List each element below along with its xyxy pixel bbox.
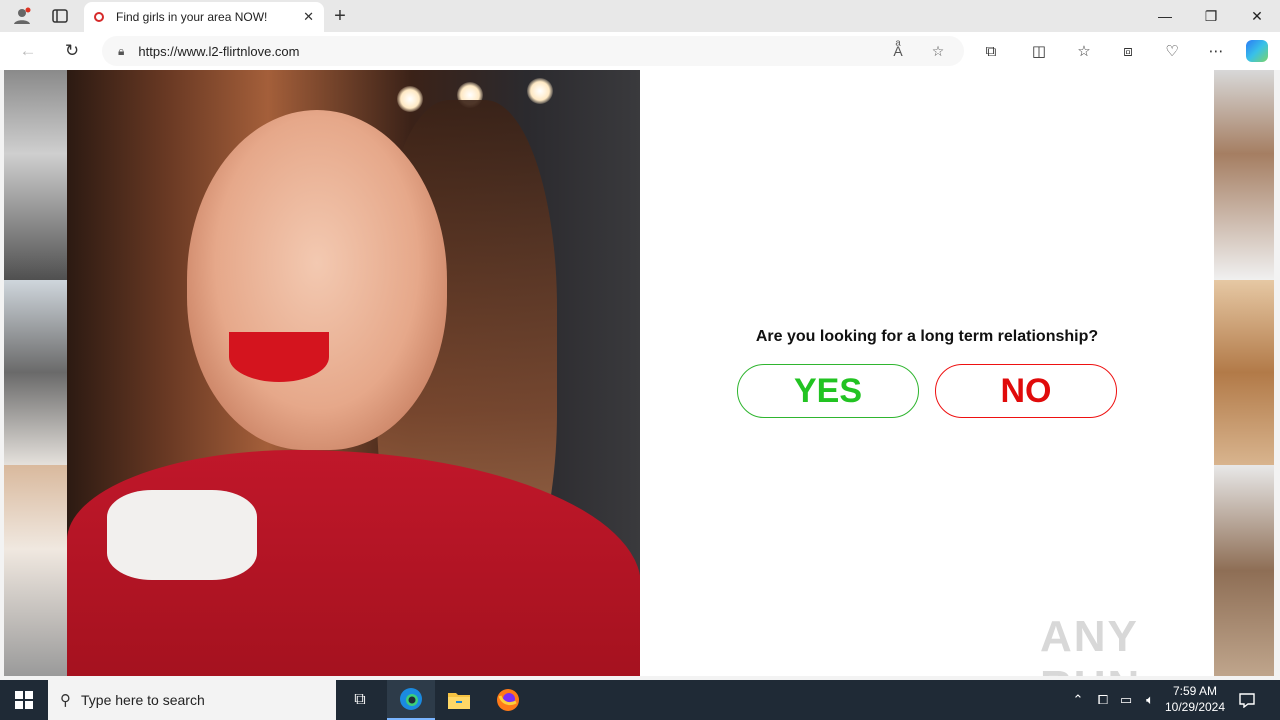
quiz-panel: Are you looking for a long term relation… [640,70,1214,676]
anyrun-watermark: ANY RUN [1040,612,1139,676]
search-icon: ⚲ [60,692,71,709]
collage-photo [1214,70,1274,280]
favorites-icon[interactable]: ☆ [1072,40,1096,62]
task-view-icon[interactable]: ⧉ [336,680,384,720]
minimize-button[interactable]: — [1142,0,1188,32]
tab-actions-icon[interactable] [48,6,72,26]
edge-icon[interactable] [387,680,435,720]
restore-button[interactable]: ❐ [1188,0,1234,32]
hero-photo [67,70,641,676]
meet-now-icon[interactable]: ⧠ [1094,690,1112,710]
start-button[interactable] [0,680,48,720]
url-text[interactable]: https://www.l2-flirtnlove.com [138,44,299,59]
taskbar-search[interactable]: ⚲ Type here to search [48,680,336,720]
browser-essentials-icon[interactable]: ♡ [1160,40,1184,62]
firefox-icon[interactable] [484,680,532,720]
lock-icon[interactable]: 🔒︎ [118,44,124,59]
search-placeholder[interactable]: Type here to search [81,692,205,708]
yes-button[interactable]: YES [737,364,919,418]
collage-photo [1214,465,1274,676]
system-clock[interactable]: 7:59 AM 10/29/2024 [1160,683,1230,715]
network-icon[interactable]: ▭ [1117,690,1135,710]
address-bar[interactable]: 🔒︎ https://www.l2-flirtnlove.com [102,36,964,66]
favorite-star-icon[interactable]: ☆ [927,40,949,62]
copilot-icon[interactable] [1246,40,1268,62]
tab-title: Find girls in your area NOW! [116,10,268,24]
extensions-icon[interactable]: ⧉ [979,40,1003,62]
site-favicon-icon [94,12,104,22]
read-aloud-icon[interactable]: A͏ͣ [887,40,909,62]
close-tab-icon[interactable]: ✕ [303,9,314,25]
active-tab[interactable]: Find girls in your area NOW! ✕ [84,2,324,32]
new-tab-icon[interactable]: + [328,5,352,27]
profile-icon[interactable] [10,6,34,26]
collage-photo [4,280,67,465]
file-explorer-icon[interactable] [435,680,483,720]
notifications-icon[interactable] [1236,690,1258,710]
windows-icon [15,691,33,709]
tray-overflow-icon[interactable]: ⌃ [1070,690,1086,710]
collections-icon[interactable]: ⧈ [1116,40,1140,62]
split-screen-icon[interactable]: ◫ [1027,40,1051,62]
web-page: Are you looking for a long term relation… [4,70,1274,676]
refresh-icon[interactable]: ↻ [58,38,86,64]
no-button[interactable]: NO [935,364,1117,418]
clock-time: 7:59 AM [1172,684,1218,698]
close-window-button[interactable]: ✕ [1234,0,1280,32]
question-text: Are you looking for a long term relation… [755,328,1099,345]
clock-date: 10/29/2024 [1164,700,1226,714]
more-icon[interactable]: ⋯ [1204,40,1228,62]
collage-photo [4,465,67,676]
volume-icon[interactable]: 🔈︎ [1140,690,1160,710]
collage-photo [4,70,67,280]
collage-photo [1214,280,1274,465]
back-icon[interactable]: ← [14,38,42,64]
